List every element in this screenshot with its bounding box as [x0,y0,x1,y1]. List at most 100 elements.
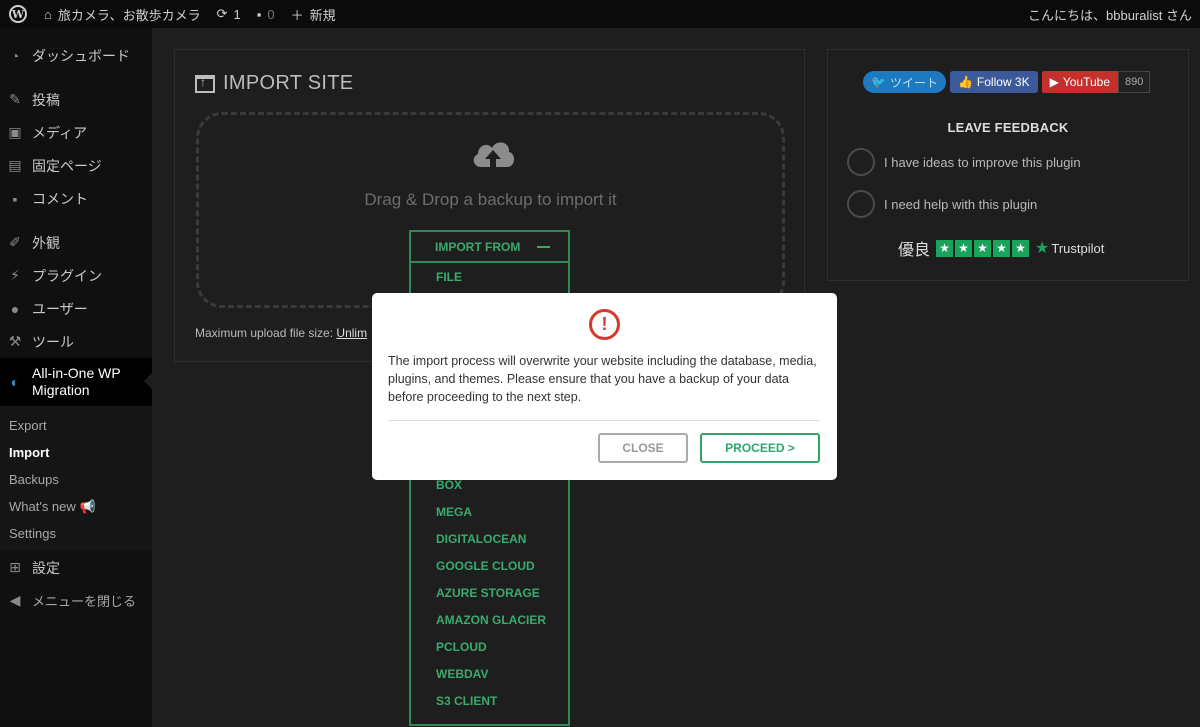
new-label: 新規 [309,7,336,23]
import-option-webdav[interactable]: WEBDAV [411,660,568,687]
option-label: DIGITALOCEAN [436,531,527,546]
option-label: MEGA [436,504,472,519]
radio-button[interactable] [847,190,875,218]
comment-bubble-icon: ▪ [256,6,262,22]
cloud-upload-icon [473,142,515,169]
import-option-s3-client[interactable]: S3 CLIENT [411,687,568,714]
submenu-settings[interactable]: Settings [0,520,152,547]
star-icon: ★ [1012,239,1030,257]
follow-label: Follow 3K [976,75,1030,89]
feedback-option-help[interactable]: I need help with this plugin [847,190,1037,218]
sidebar-item-label: メディア [32,124,88,141]
rating-label: 優良 [898,242,931,259]
sidebar-item-label: 投稿 [32,91,60,108]
dialog-message: The import process will overwrite your w… [388,354,817,404]
feedback-option-ideas[interactable]: I have ideas to improve this plugin [847,148,1081,176]
import-option-file[interactable]: FILE [411,263,568,290]
facebook-follow-button[interactable]: 👍 Follow 3K [949,71,1038,93]
sidebar-item-label: ダッシュボード [32,47,130,64]
max-upload-link[interactable]: Unlim [336,326,367,340]
import-option-amazon-glacier[interactable]: AMAZON GLACIER [411,606,568,633]
settings-icon: ⊞ [9,559,21,575]
sidebar-item-posts[interactable]: ✎ 投稿 [0,83,152,116]
sidebar-item-media[interactable]: ▣ メディア [0,116,152,149]
wordpress-logo-button[interactable]: W [0,0,36,28]
close-button[interactable]: CLOSE [598,433,688,463]
submenu-import[interactable]: Import [0,439,152,466]
sidebar-item-settings[interactable]: ⊞ 設定 [0,551,152,584]
site-name-link[interactable]: ⌂ 旅カメラ、お散歩カメラ [36,0,209,28]
sidebar-item-dashboard[interactable]: ◔ ダッシュボード [0,39,152,72]
import-option-pcloud[interactable]: PCLOUD [411,633,568,660]
migration-submenu: Export Import Backups What's new 📢 Settin… [0,406,152,551]
brush-icon: ✐ [9,234,21,250]
sidebar-item-appearance[interactable]: ✐ 外観 [0,226,152,259]
sidebar-item-label: ユーザー [32,300,88,317]
plus-icon: ＋ [290,7,304,23]
sidebar-item-all-in-one-wp-migration[interactable]: ◐ All-in-One WP Migration [0,358,152,406]
option-label: AMAZON GLACIER [436,612,546,627]
submenu-backups[interactable]: Backups [0,466,152,493]
page-icon: ▤ [8,157,22,173]
submenu-label: Settings [9,526,56,541]
youtube-button[interactable]: ▶ YouTube [1041,71,1118,93]
twitter-bird-icon: 🐦 [871,75,886,89]
submenu-export[interactable]: Export [0,412,152,439]
trustpilot-rating[interactable]: 優良 ★ ★ ★ ★ ★ ★ Trustpilot [898,236,1104,260]
sidebar-item-tools[interactable]: ⚒ ツール [0,325,152,358]
submenu-label: What's new [9,499,76,514]
import-option-google-cloud[interactable]: GOOGLE CLOUD [411,552,568,579]
feedback-option-label: I have ideas to improve this plugin [884,154,1081,170]
option-label: PCLOUD [436,639,487,654]
sidebar-item-plugins[interactable]: ⚡ プラグイン [0,259,152,292]
import-icon [195,74,215,93]
star-icon: ★ [974,239,992,257]
greeting-text: こんにちは、bbburalist さん [1028,7,1192,23]
dialog-divider [388,420,820,421]
updates-link[interactable]: ⟳ 1 [209,0,249,28]
import-option-mega[interactable]: MEGA [411,498,568,525]
media-icon: ▣ [8,124,22,140]
new-content-link[interactable]: ＋ 新規 [283,0,344,28]
import-from-button[interactable]: IMPORT FROM [411,232,568,263]
user-icon: ● [10,300,20,317]
sidebar-item-collapse[interactable]: ◀ メニューを閉じる [0,584,152,617]
comments-count: 0 [267,6,275,22]
submenu-label: Backups [9,472,59,487]
option-label: WEBDAV [436,666,489,681]
proceed-button[interactable]: PROCEED > [700,433,820,463]
sidebar-item-pages[interactable]: ▤ 固定ページ [0,149,152,182]
sidebar-item-comments[interactable]: ▪ コメント [0,182,152,215]
youtube-play-icon: ▶ [1049,75,1059,89]
import-option-digitalocean[interactable]: DIGITALOCEAN [411,525,568,552]
user-greeting[interactable]: こんにちは、bbburalist さん [1020,0,1200,28]
submenu-whats-new[interactable]: What's new 📢 [0,493,152,520]
max-upload-label: Maximum upload file size: [195,326,334,340]
minus-icon [537,245,550,248]
import-from-label: IMPORT FROM [435,239,521,254]
import-option-azure-storage[interactable]: AZURE STORAGE [411,579,568,606]
plugin-icon: ⚡ [10,267,20,283]
sidebar-item-users[interactable]: ● ユーザー [0,292,152,325]
comment-icon: ▪ [12,190,18,207]
radio-button[interactable] [847,148,875,176]
tweet-button[interactable]: 🐦 ツイート [863,71,946,93]
admin-sidebar: ◔ ダッシュボード ✎ 投稿 ▣ メディア ▤ 固定ページ ▪ コメント ✐ 外… [0,28,152,727]
home-icon: ⌂ [44,6,52,22]
sidebar-item-label: All-in-One WP Migration [32,365,121,398]
youtube-subscriber-count: 890 [1118,71,1151,93]
option-label: FILE [436,269,462,284]
option-label: AZURE STORAGE [436,585,540,600]
sidebar-item-label: 設定 [32,559,60,576]
pin-icon: ✎ [9,91,21,107]
admin-bar: W ⌂ 旅カメラ、お散歩カメラ ⟳ 1 ▪ 0 ＋ 新規 こんにちは、bbbur… [0,0,1200,28]
overwrite-warning-dialog: ! The import process will overwrite your… [372,293,837,480]
sidebar-item-label: メニューを閉じる [32,594,137,609]
trustpilot-star-icon: ★ [1035,240,1050,257]
trustpilot-logo: ★ Trustpilot [1035,238,1104,258]
youtube-label: YouTube [1062,75,1110,89]
sidebar-item-label: 外観 [32,234,60,251]
wrench-icon: ⚒ [8,333,22,349]
comments-link[interactable]: ▪ 0 [249,0,283,28]
drop-zone-text: Drag & Drop a backup to import it [364,190,617,209]
